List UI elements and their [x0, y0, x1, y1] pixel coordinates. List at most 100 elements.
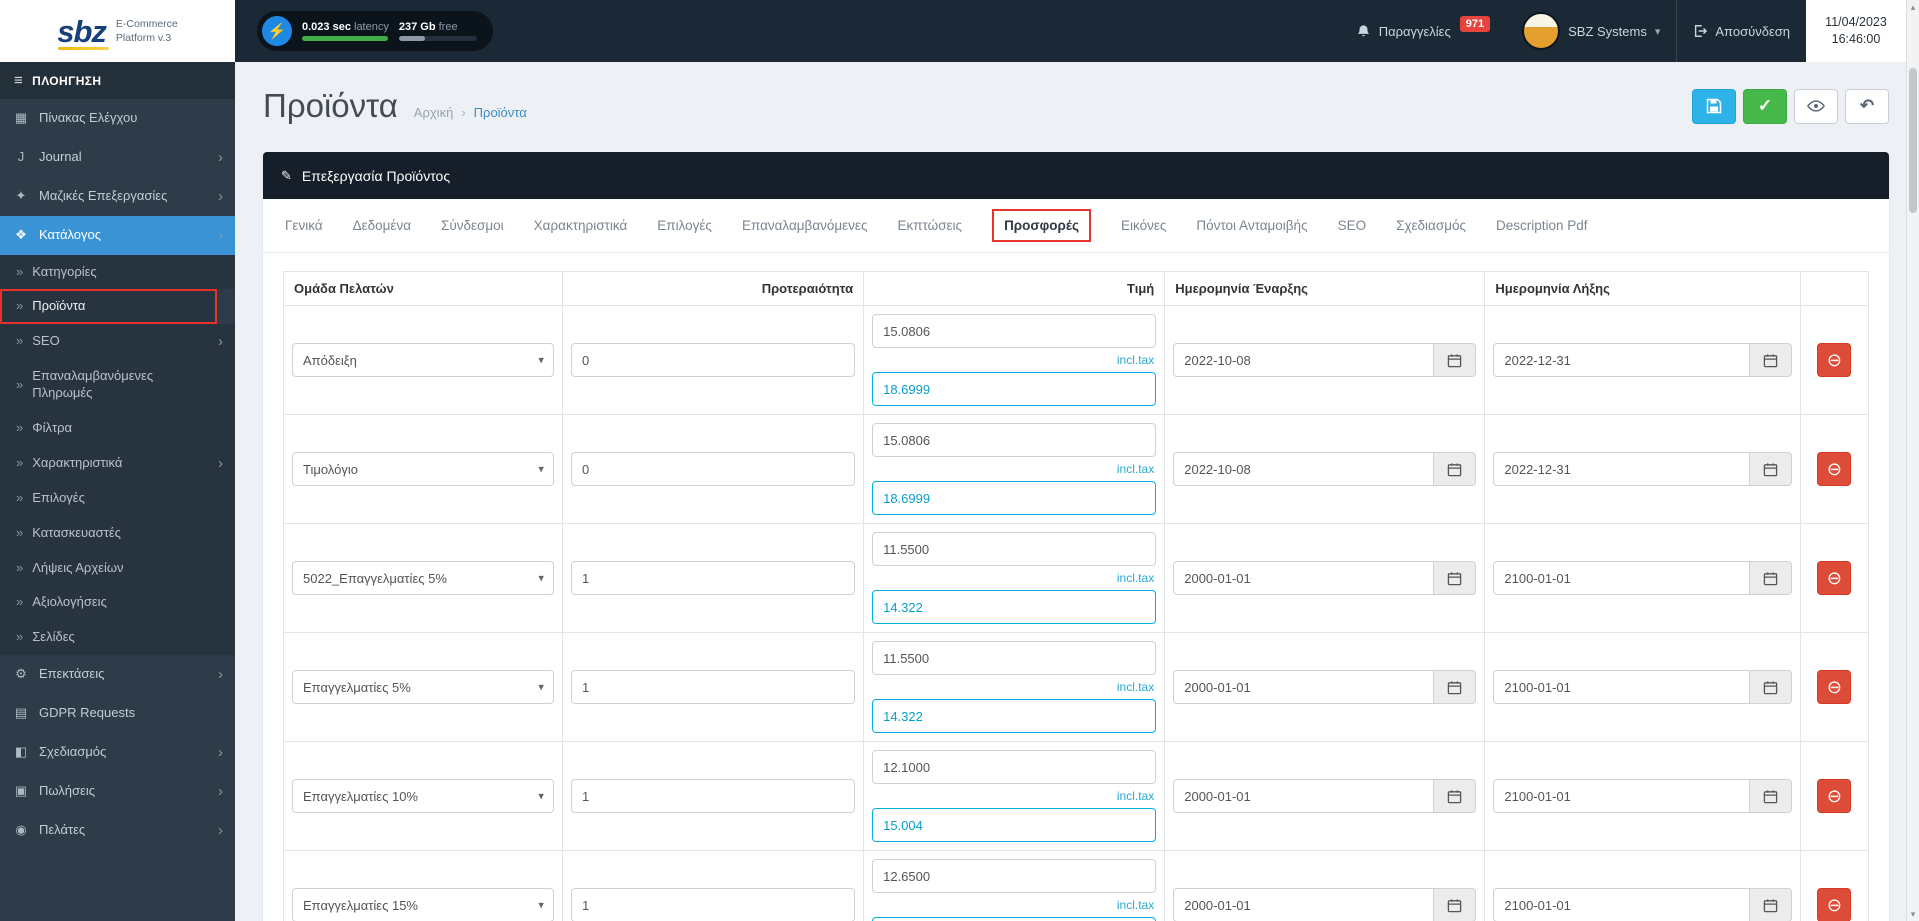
customer-group-select[interactable]: Επαγγελματίες 5% [292, 670, 554, 704]
page-scrollbar[interactable]: ▴ ▾ [1906, 0, 1919, 921]
sidebar-item-customers[interactable]: ◉ Πελάτες › [0, 811, 235, 850]
date-end-calendar-button[interactable] [1750, 779, 1792, 813]
app-logo[interactable]: sbz E-Commerce Platform v.3 [0, 0, 235, 62]
tab-data[interactable]: Δεδομένα [353, 211, 411, 240]
sidebar-item-seo[interactable]: » SEO › [0, 324, 235, 359]
price-incl-tax-input[interactable] [872, 917, 1156, 921]
logout-button[interactable]: Αποσύνδεση [1676, 0, 1806, 62]
tab-reward-points[interactable]: Πόντοι Ανταμοιβής [1196, 211, 1307, 240]
date-end-calendar-button[interactable] [1750, 888, 1792, 921]
sidebar-item-pages[interactable]: » Σελίδες [0, 620, 235, 655]
price-incl-tax-input[interactable] [872, 481, 1156, 515]
priority-input[interactable] [571, 343, 855, 377]
date-end-input[interactable] [1493, 343, 1749, 377]
tab-general[interactable]: Γενικά [285, 211, 323, 240]
remove-offer-button[interactable]: ⊖ [1817, 343, 1851, 377]
date-start-calendar-button[interactable] [1434, 670, 1476, 704]
sidebar-item-categories[interactable]: » Κατηγορίες [0, 255, 235, 290]
date-end-input[interactable] [1493, 561, 1749, 595]
breadcrumb-current-link[interactable]: Προϊόντα [474, 105, 527, 120]
tab-specials[interactable]: Προσφορές [992, 209, 1091, 242]
priority-input[interactable] [571, 779, 855, 813]
sidebar-item-downloads[interactable]: » Λήψεις Αρχείων [0, 551, 235, 586]
sidebar-item-recurring-payments[interactable]: » Επαναλαμβανόμενες Πληρωμές [0, 359, 235, 411]
date-end-input[interactable] [1493, 670, 1749, 704]
tab-recurring[interactable]: Επαναλαμβανόμενες [742, 211, 868, 240]
price-input[interactable] [872, 641, 1156, 675]
price-input[interactable] [872, 532, 1156, 566]
customer-group-select[interactable]: 5022_Επαγγελματίες 5% [292, 561, 554, 595]
customer-group-select[interactable]: Επαγγελματίες 15% [292, 888, 554, 921]
tab-design[interactable]: Σχεδιασμός [1396, 211, 1466, 240]
remove-offer-button[interactable]: ⊖ [1817, 888, 1851, 921]
scroll-up-arrow[interactable]: ▴ [1907, 0, 1919, 14]
remove-offer-button[interactable]: ⊖ [1817, 561, 1851, 595]
tab-discounts[interactable]: Εκπτώσεις [897, 211, 962, 240]
date-end-calendar-button[interactable] [1750, 343, 1792, 377]
date-start-calendar-button[interactable] [1434, 452, 1476, 486]
sidebar-item-design[interactable]: ◧ Σχεδιασμός › [0, 733, 235, 772]
priority-input[interactable] [571, 561, 855, 595]
preview-button[interactable] [1794, 89, 1838, 124]
price-incl-tax-input[interactable] [872, 372, 1156, 406]
priority-input[interactable] [571, 452, 855, 486]
customer-group-select[interactable]: Απόδειξη [292, 343, 554, 377]
back-button[interactable]: ↶ [1845, 89, 1889, 124]
sidebar-item-manufacturers[interactable]: » Κατασκευαστές [0, 516, 235, 551]
sidebar-item-gdpr-requests[interactable]: ▤ GDPR Requests [0, 694, 235, 733]
date-start-calendar-button[interactable] [1434, 888, 1476, 921]
price-incl-tax-input[interactable] [872, 590, 1156, 624]
sidebar-item-dashboard[interactable]: ▦ Πίνακας Ελέγχου [0, 99, 235, 138]
apply-button[interactable]: ✓ [1743, 89, 1787, 124]
remove-offer-button[interactable]: ⊖ [1817, 779, 1851, 813]
tab-seo[interactable]: SEO [1338, 211, 1367, 240]
date-start-input[interactable] [1173, 888, 1434, 921]
price-input[interactable] [872, 750, 1156, 784]
date-start-calendar-button[interactable] [1434, 343, 1476, 377]
remove-offer-button[interactable]: ⊖ [1817, 452, 1851, 486]
date-end-input[interactable] [1493, 779, 1749, 813]
date-start-input[interactable] [1173, 343, 1434, 377]
tab-description-pdf[interactable]: Description Pdf [1496, 211, 1588, 240]
price-input[interactable] [872, 423, 1156, 457]
breadcrumb-home-link[interactable]: Αρχική [414, 105, 454, 120]
customer-group-select[interactable]: Επαγγελματίες 10% [292, 779, 554, 813]
sidebar-item-bulk-operations[interactable]: ✦ Μαζικές Επεξεργασίες › [0, 177, 235, 216]
date-end-input[interactable] [1493, 888, 1749, 921]
remove-offer-button[interactable]: ⊖ [1817, 670, 1851, 704]
user-menu[interactable]: SBZ Systems ▾ [1506, 0, 1676, 62]
priority-input[interactable] [571, 888, 855, 921]
tab-options[interactable]: Επιλογές [657, 211, 712, 240]
sidebar-item-attributes[interactable]: » Χαρακτηριστικά › [0, 446, 235, 481]
price-input[interactable] [872, 859, 1156, 893]
sidebar-item-options[interactable]: » Επιλογές [0, 481, 235, 516]
save-button[interactable] [1692, 89, 1736, 124]
sidebar-item-extensions[interactable]: ⚙ Επεκτάσεις › [0, 655, 235, 694]
orders-menu[interactable]: Παραγγελίες 971 [1340, 0, 1506, 62]
date-start-calendar-button[interactable] [1434, 561, 1476, 595]
date-start-input[interactable] [1173, 452, 1434, 486]
user-avatar[interactable] [1522, 12, 1560, 50]
price-incl-tax-input[interactable] [872, 808, 1156, 842]
scrollbar-thumb[interactable] [1909, 68, 1917, 213]
date-start-input[interactable] [1173, 561, 1434, 595]
sidebar-item-filters[interactable]: » Φίλτρα [0, 411, 235, 446]
sidebar-item-catalog[interactable]: ❖ Κατάλογος › [0, 216, 235, 255]
sidebar-item-journal[interactable]: J Journal › [0, 138, 235, 177]
date-end-calendar-button[interactable] [1750, 670, 1792, 704]
date-start-input[interactable] [1173, 779, 1434, 813]
priority-input[interactable] [571, 670, 855, 704]
tab-attributes[interactable]: Χαρακτηριστικά [534, 211, 628, 240]
customer-group-select[interactable]: Τιμολόγιο [292, 452, 554, 486]
date-end-calendar-button[interactable] [1750, 561, 1792, 595]
date-end-input[interactable] [1493, 452, 1749, 486]
date-end-calendar-button[interactable] [1750, 452, 1792, 486]
price-incl-tax-input[interactable] [872, 699, 1156, 733]
date-start-calendar-button[interactable] [1434, 779, 1476, 813]
tab-links[interactable]: Σύνδεσμοι [441, 211, 504, 240]
sidebar-item-sales[interactable]: ▣ Πωλήσεις › [0, 772, 235, 811]
tab-images[interactable]: Εικόνες [1121, 211, 1166, 240]
sidebar-item-products[interactable]: » Προϊόντα [0, 289, 217, 324]
scroll-down-arrow[interactable]: ▾ [1907, 907, 1919, 921]
sidebar-item-reviews[interactable]: » Αξιολογήσεις [0, 585, 235, 620]
